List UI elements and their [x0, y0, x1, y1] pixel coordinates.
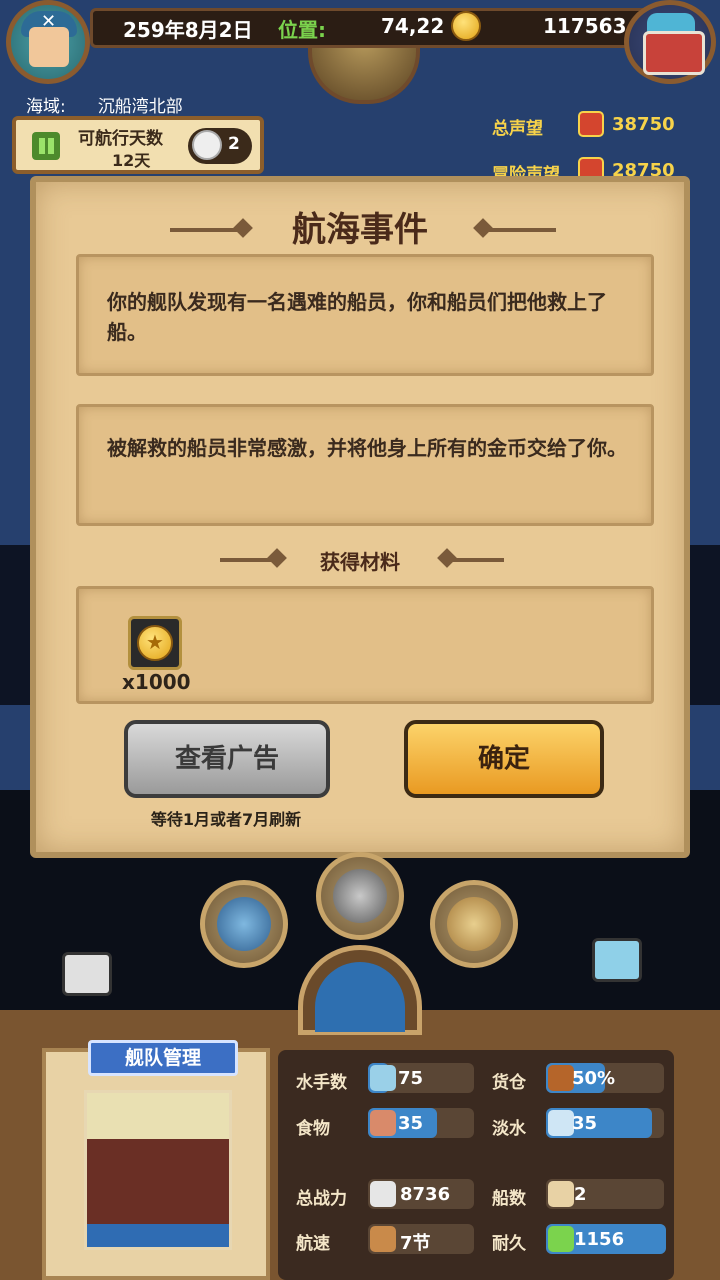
stat-ships-label: 船数 [492, 1189, 526, 1209]
reputation-badge-icon [578, 111, 604, 137]
refresh-note: 等待1月或者7月刷新 [150, 810, 302, 829]
sailor-icon [370, 1065, 396, 1091]
meat-icon [370, 1110, 396, 1136]
sailing-days-panel: 可航行天数 12天 2 [12, 116, 264, 174]
position-label: 位置: [278, 18, 326, 42]
reward-quantity: x1000 [122, 670, 191, 694]
total-reputation-label: 总声望 [492, 119, 543, 139]
stat-durability-label: 耐久 [492, 1234, 526, 1254]
sail-days-value: 12天 [112, 151, 151, 170]
treasure-chest-button[interactable] [624, 0, 716, 84]
stat-sailors-value: 75 [398, 1068, 424, 1089]
crossed-swords-icon [370, 1181, 396, 1207]
top-status-bar: 259年8月2日 位置: 74,22 117563 [90, 8, 656, 48]
stat-sailors-label: 水手数 [296, 1073, 347, 1093]
pause-icon[interactable] [32, 132, 60, 160]
white-cube-pet-icon[interactable] [62, 952, 112, 996]
confirm-button[interactable]: 确定 [404, 720, 604, 798]
event-message: 你的舰队发现有一名遇难的船员，你和船员们把他救上了船。 [107, 290, 607, 344]
region-label: 海域: [26, 97, 66, 117]
repair-icon [548, 1226, 574, 1252]
stat-cargo-label: 货仓 [492, 1073, 526, 1093]
region-info: 海域: 沉船湾北部 [26, 92, 183, 117]
chest-icon [643, 31, 705, 75]
world-map-button[interactable] [430, 880, 518, 968]
stat-power-label: 总战力 [296, 1189, 347, 1209]
reward-item-slot[interactable]: ★ [128, 616, 182, 670]
ornament-right [444, 558, 504, 562]
reward-title: 获得材料 [320, 550, 400, 574]
player-avatar[interactable]: ✕ [6, 0, 90, 84]
stat-cargo-value: 50% [572, 1068, 616, 1089]
speed-dial-icon [192, 130, 222, 160]
speed-toggle[interactable]: 2 [188, 128, 252, 164]
gold-amount: 117563 [543, 14, 627, 38]
stat-ships-value: 2 [574, 1184, 587, 1205]
map-icon [447, 897, 501, 951]
telescope-button[interactable] [200, 880, 288, 968]
stat-power-value: 8736 [400, 1184, 451, 1205]
total-reputation-value: 38750 [612, 114, 675, 135]
stat-speed-label: 航速 [296, 1234, 330, 1254]
blue-cat-pet-icon[interactable] [592, 938, 642, 982]
stat-food-value: 35 [398, 1113, 424, 1134]
sail-days-label: 可航行天数 [78, 129, 163, 149]
ship-icon [548, 1181, 574, 1207]
region-value: 沉船湾北部 [97, 97, 183, 117]
fleet-management-title[interactable]: 舰队管理 [88, 1040, 238, 1076]
stat-water-value: 35 [572, 1113, 598, 1134]
watch-ad-button[interactable]: 查看广告 [124, 720, 330, 798]
water-jug-icon [548, 1110, 574, 1136]
event-result-box: 被解救的船员非常感激，并将他身上所有的金币交给了你。 [76, 404, 654, 526]
sea-event-dialog: 航海事件 你的舰队发现有一名遇难的船员，你和船员们把他救上了船。 被解救的船员非… [30, 176, 690, 858]
stat-water-label: 淡水 [492, 1119, 526, 1139]
skull-x-icon: ✕ [41, 11, 57, 32]
cargo-crate-icon [548, 1065, 574, 1091]
dialog-title: 航海事件 [292, 210, 428, 250]
event-message-box: 你的舰队发现有一名遇难的船员，你和船员们把他救上了船。 [76, 254, 654, 376]
event-result: 被解救的船员非常感激，并将他身上所有的金币交给了你。 [107, 436, 627, 460]
telescope-icon [217, 897, 271, 951]
stat-food-label: 食物 [296, 1119, 330, 1139]
anchor-button[interactable] [316, 852, 404, 940]
stat-speed-value: 7节 [400, 1233, 431, 1254]
avatar-face [29, 27, 69, 67]
sailing-ship-icon [315, 962, 405, 1032]
position-value: 74,22 [381, 14, 445, 38]
stat-durability-value: 1156 [574, 1229, 625, 1250]
speed-multiplier: 2 [228, 134, 240, 154]
gold-coin-icon [451, 11, 481, 41]
boat-icon [370, 1226, 396, 1252]
ship-cross-section-image[interactable] [84, 1090, 232, 1250]
game-date: 259年8月2日 [123, 18, 253, 42]
anchor-icon [333, 869, 387, 923]
ornament-right [480, 228, 556, 232]
gold-coin-icon: ★ [137, 625, 173, 661]
